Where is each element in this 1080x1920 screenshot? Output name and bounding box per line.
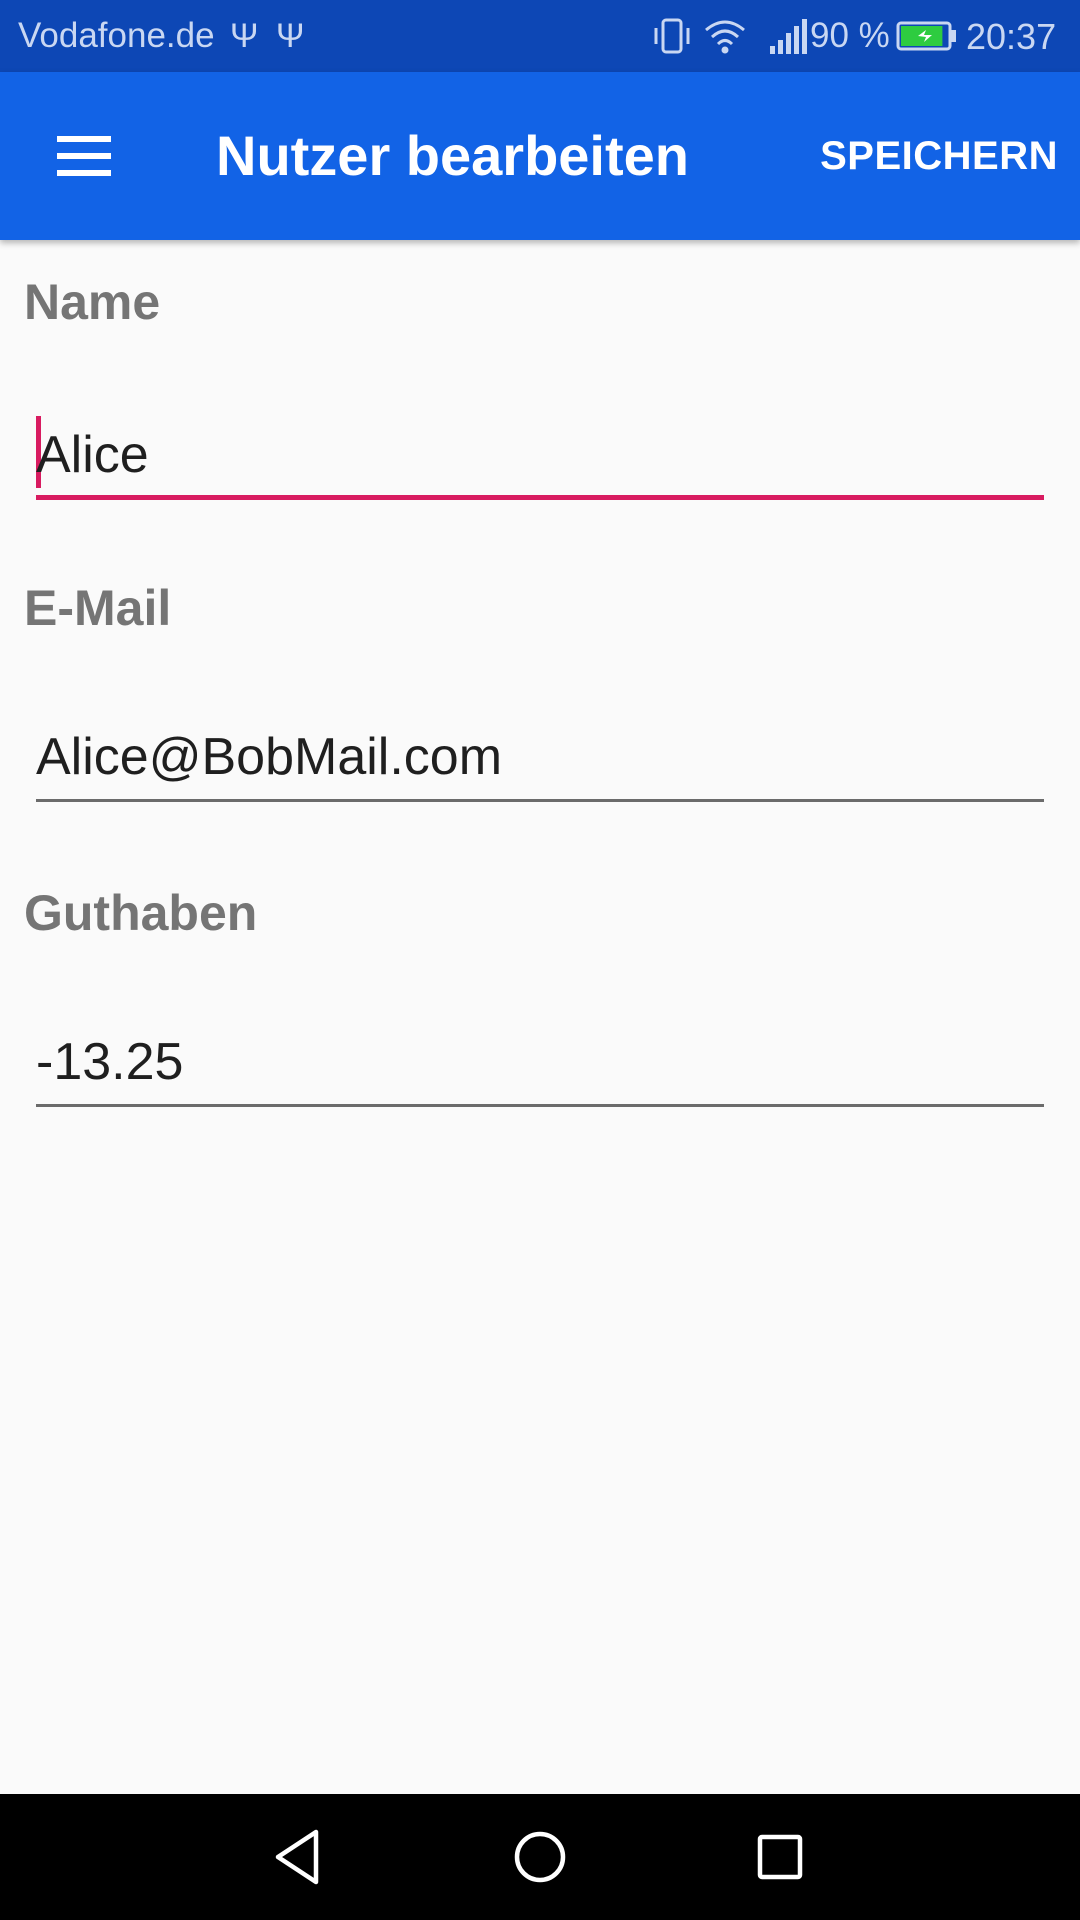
status-bar: Vodafone.de Ψ Ψ 90 % 20:37 [0, 0, 1080, 72]
name-field-value: Alice [36, 426, 149, 484]
balance-field[interactable]: -13.25 [36, 1023, 1044, 1107]
balance-label: Guthaben [24, 885, 258, 941]
clock: 20:37 [966, 16, 1057, 57]
balance-field-value: -13.25 [36, 1033, 184, 1091]
signal-icon [770, 19, 807, 54]
hamburger-menu-icon[interactable] [40, 116, 128, 196]
back-icon[interactable] [267, 1824, 333, 1890]
usb-icon: Ψ [230, 17, 259, 55]
name-field[interactable]: Alice [36, 416, 1044, 500]
vibrate-icon [654, 18, 690, 54]
email-field-underline [36, 799, 1044, 802]
recent-apps-icon[interactable] [747, 1824, 813, 1890]
email-field-value: Alice@BobMail.com [36, 728, 503, 786]
carrier-name: Vodafone.de [18, 16, 215, 55]
battery-charging-icon [896, 21, 956, 51]
name-label: Name [24, 274, 161, 330]
email-field[interactable]: Alice@BobMail.com [36, 718, 1044, 802]
home-icon[interactable] [507, 1824, 573, 1890]
name-field-underline [36, 495, 1044, 500]
wifi-icon [705, 20, 745, 54]
navigation-bar [0, 1794, 1080, 1920]
email-label: E-Mail [24, 580, 172, 636]
battery-percentage: 90 % [810, 16, 890, 55]
balance-field-underline [36, 1104, 1044, 1107]
page-title: Nutzer bearbeiten [216, 124, 689, 187]
usb-icon: Ψ [276, 17, 305, 55]
save-button[interactable]: SPEICHERN [820, 130, 1058, 182]
app-bar: Nutzer bearbeiten SPEICHERN [0, 72, 1080, 240]
